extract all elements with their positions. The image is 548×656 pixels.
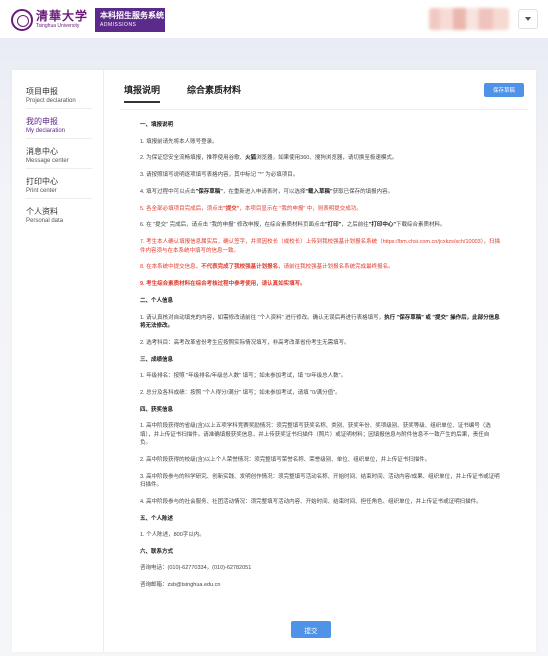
sidebar-item-label: 消息中心: [26, 147, 58, 156]
section-heading: 四、获奖信息: [140, 406, 174, 413]
sidebar-item-sublabel: Print center: [26, 187, 57, 194]
section-heading: 二、个人信息: [140, 298, 174, 305]
instruction-item-alert: 5. 各全部必填项目完成后，须点击"提交"，本项目显示在 "我的申报" 中，则表…: [140, 205, 362, 212]
chevron-down-icon: [525, 17, 531, 21]
system-title-badge: 本科招生服务系统 ADMISSIONS: [95, 8, 165, 32]
sidebar-item-project-declaration[interactable]: 项目申报 Project declaration: [26, 87, 76, 105]
section-heading: 六、联系方式: [140, 548, 174, 555]
main-card: 项目申报 Project declaration 我的申报 My declara…: [12, 70, 536, 652]
sidebar-item-sublabel: My declaration: [26, 127, 66, 134]
instructions-content: 一、填报说明 1. 填报前请先将本人账号登录。 2. 为保证您安全流畅填报，推荐…: [140, 121, 500, 598]
submit-button[interactable]: 提交: [291, 621, 331, 638]
instruction-item: 4. 高中阶段参与的社会服务、社团活动情况：须完整填写活动内容、开始时间、结束时…: [140, 498, 482, 505]
sidebar-item-message-center[interactable]: 消息中心 Message center: [26, 147, 69, 165]
sidebar-item-personal-data[interactable]: 个人资料 Personal data: [26, 207, 63, 225]
instruction-item: 2. 总分及各科成绩：按照 "个人得分/满分" 填写；如未参加考试，请填 "0/…: [140, 389, 341, 396]
instruction-item-alert: 7. 考生本人确认填报信息属实后，确认签字，并须因校长（或校长）上传到我校强基计…: [140, 239, 500, 254]
instruction-item: 2. 选考科目：高考改革省份考生应按照实际情况填写，非高考改革省份考生无需填写。: [140, 339, 350, 346]
sidebar-item-label: 个人资料: [26, 207, 58, 216]
sidebar-item-label: 项目申报: [26, 87, 58, 96]
contact-email: 咨询邮箱：zsb@tsinghua.edu.cn: [140, 582, 221, 589]
save-draft-button[interactable]: 保存草稿: [484, 83, 524, 97]
instruction-item: 3. 高中阶段参与的科学研究、创新实践、发明创作情况：须完整填写活动名称、开始时…: [140, 473, 500, 488]
system-title: 本科招生服务系统: [100, 10, 164, 20]
instruction-item: 2. 高中阶段获得的校级(含)以上个人荣誉情况：须完整填写荣誉名称、荣誉级别、单…: [140, 456, 431, 463]
sidebar-item-label: 打印中心: [26, 177, 58, 186]
sidebar-divider: [26, 108, 92, 109]
sidebar-item-sublabel: Message center: [26, 157, 69, 164]
sidebar-item-label: 我的申报: [26, 117, 58, 126]
instruction-item: 4. 填写过程中可以点击"保存草稿"，在重新进入申请表时，可以选择"载入草稿"获…: [140, 188, 394, 195]
instruction-item: 6. 在 "提交" 完成后，请点击 "我的申报" 修改申报，在综合素质材料页面点…: [140, 222, 446, 229]
instruction-item: 3. 请按照填写说明逐项填写表格内容，其中标记 "*" 为必填项目。: [140, 172, 299, 179]
instruction-item: 1. 高中阶段获得的省级(含)以上五项学科竞赛奖励情况：须完整填写获奖名称、类别…: [140, 423, 491, 446]
logo-en-text: Tsinghua University: [36, 23, 80, 29]
instruction-item: 2. 为保证您安全流畅填报，推荐使用谷歌、火狐浏览器，如果使用360、搜狗浏览器…: [140, 155, 398, 162]
contact-phone: 咨询电话：(010)-62770334，(010)-62782051: [140, 565, 252, 572]
instruction-item: 1. 请认真核对自动填充的内容，如需修改请前往 "个人资料" 进行修改。确认无误…: [140, 314, 500, 329]
sidebar-item-print-center[interactable]: 打印中心 Print center: [26, 177, 58, 195]
instruction-item-alert: 9. 考生综合素质材料在综合考核过程中参考使用，请认真如实填写。: [140, 281, 306, 288]
sidebar-divider: [26, 168, 92, 169]
user-avatar[interactable]: [429, 8, 509, 30]
tsinghua-logo[interactable]: 清華大学 Tsinghua University: [11, 7, 93, 32]
section-heading: 一、填报说明: [140, 122, 174, 128]
tab-comprehensive-materials[interactable]: 综合素质材料: [187, 83, 241, 96]
tab-divider: [120, 109, 528, 110]
system-subtitle: ADMISSIONS: [100, 22, 137, 29]
section-heading: 三、成绩信息: [140, 356, 174, 363]
sidebar-divider: [26, 138, 92, 139]
sidebar-item-sublabel: Personal data: [26, 217, 64, 224]
logo-cn-text: 清華大学: [36, 9, 89, 23]
logo-wordmark: 清華大学 Tsinghua University: [36, 10, 88, 29]
section-heading: 五、个人陈述: [140, 515, 174, 522]
sidebar-item-my-declaration[interactable]: 我的申报 My declaration: [26, 117, 65, 135]
university-seal-icon: [11, 8, 33, 31]
sidebar-divider: [26, 198, 92, 199]
instruction-item: 1. 年级排名：按照 "年级排名/年级总人数" 填写；如未参加考试，填 "0/年…: [140, 373, 347, 380]
user-menu-dropdown[interactable]: [518, 9, 538, 29]
instruction-item: 1. 个人陈述，800字以内。: [140, 532, 205, 539]
sidebar: 项目申报 Project declaration 我的申报 My declara…: [12, 70, 104, 652]
top-header: 清華大学 Tsinghua University 本科招生服务系统 ADMISS…: [0, 0, 548, 38]
tab-filling-instructions[interactable]: 填报说明: [124, 83, 161, 103]
instruction-item-alert: 8. 在本系统中提交信息，不代表完成了我校强基计划报名，请前往我校强基计划报名系…: [140, 264, 394, 271]
instruction-item: 1. 填报前请先将本人账号登录。: [140, 138, 218, 145]
sidebar-item-sublabel: Project declaration: [26, 97, 76, 104]
